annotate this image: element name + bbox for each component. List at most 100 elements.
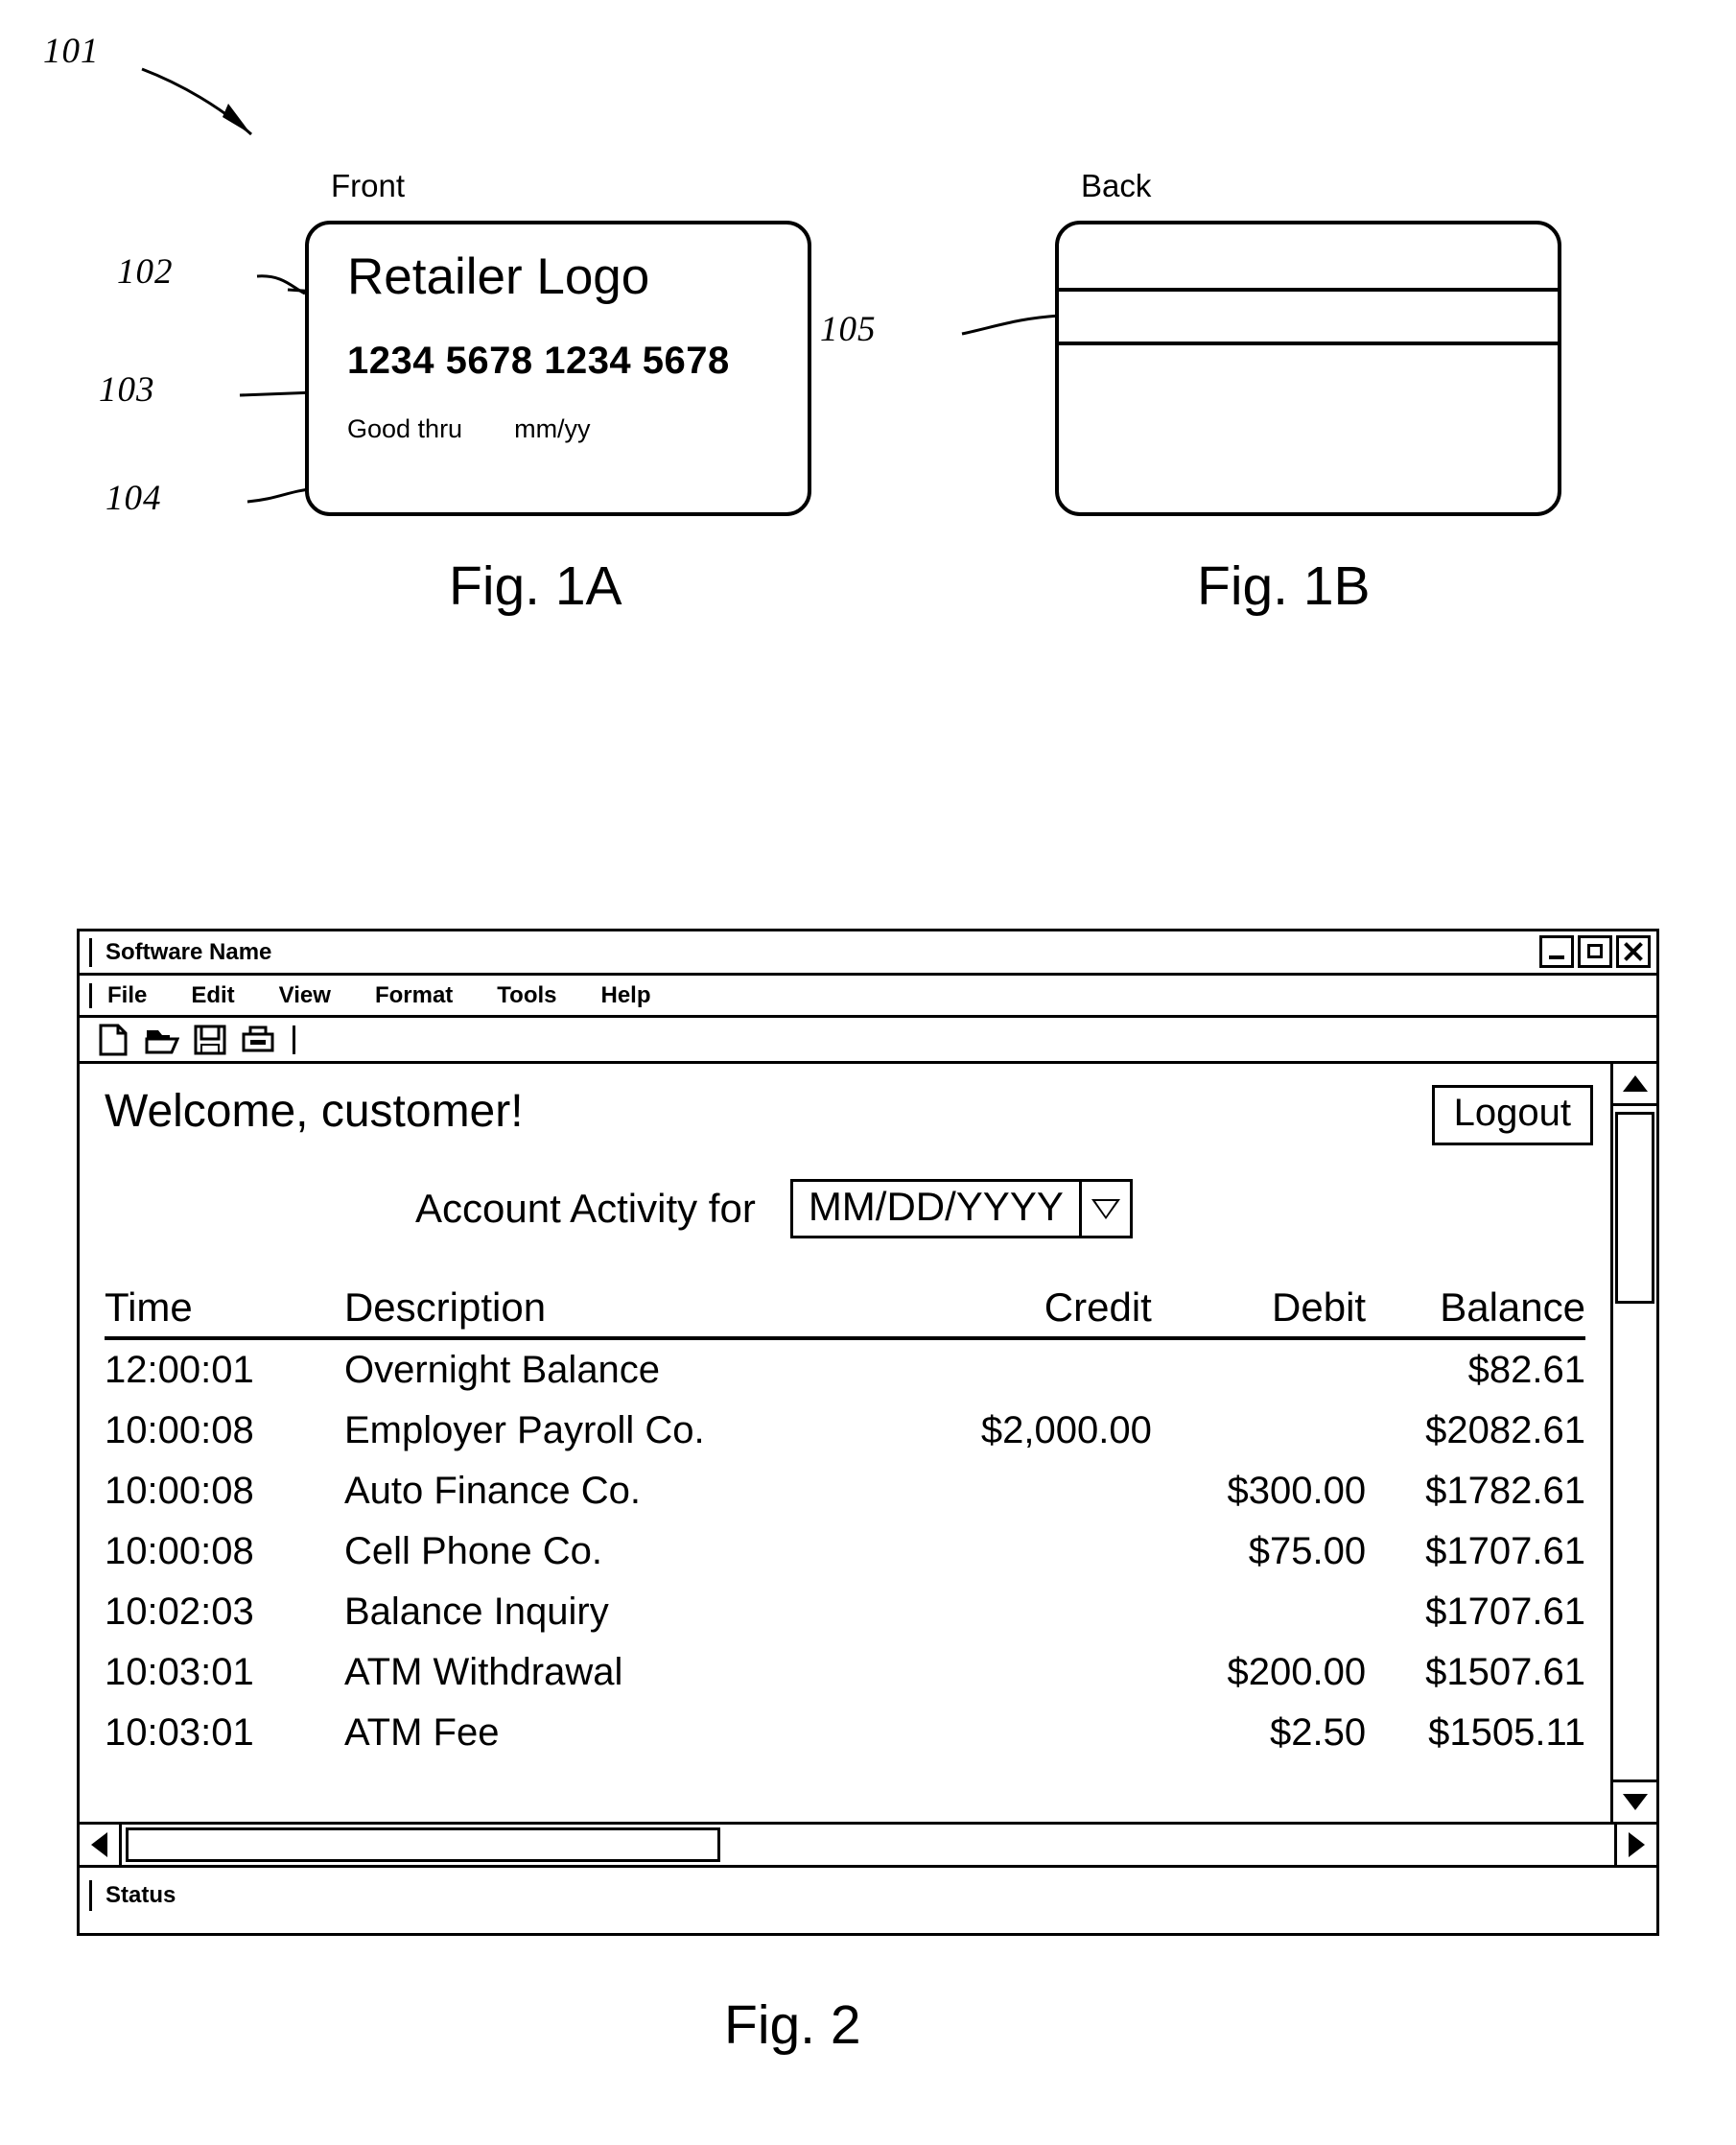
menu-bar: File Edit View Format Tools Help [80, 976, 1656, 1018]
cell-description: Overnight Balance [343, 1349, 661, 1391]
menu-item-edit[interactable]: Edit [191, 982, 234, 1009]
window-title-bar: Software Name [80, 931, 1656, 976]
column-header-description: Description [343, 1285, 894, 1340]
card-good-thru-label: Good thru [347, 414, 463, 443]
card-front: Retailer Logo 1234 5678 1234 5678 Good t… [305, 221, 811, 516]
print-icon[interactable] [241, 1024, 275, 1056]
client-area: Welcome, customer! Logout Account Activi… [80, 1064, 1656, 1822]
window-title: Software Name [106, 938, 272, 965]
status-text: Status [106, 1882, 176, 1908]
scroll-up-button[interactable] [1613, 1064, 1656, 1106]
menu-bar-tick [89, 982, 92, 1008]
table-row: 10:00:08 Cell Phone Co. $75.00 $1707.61 [105, 1521, 1585, 1582]
cell-description: Balance Inquiry [343, 1591, 609, 1633]
table-row: 10:03:01 ATM Fee $2.50 $1505.11 [105, 1703, 1585, 1763]
horizontal-scrollbar-track[interactable] [122, 1825, 1614, 1865]
status-bar: Status [80, 1868, 1656, 1923]
table-row: 10:00:08 Auto Finance Co. $300.00 $1782.… [105, 1461, 1585, 1521]
horizontal-scrollbar[interactable] [80, 1822, 1656, 1868]
table-row: 10:03:01 ATM Withdrawal $200.00 $1507.61 [105, 1642, 1585, 1703]
scroll-right-button[interactable] [1614, 1825, 1656, 1865]
cell-balance: $82.61 [1467, 1349, 1585, 1391]
status-bar-tick [89, 1880, 92, 1911]
column-header-balance: Balance [1366, 1285, 1585, 1340]
card-expiry-group: Good thru mm/yy [347, 414, 591, 444]
maximize-icon [1587, 944, 1603, 958]
logout-button[interactable]: Logout [1431, 1085, 1593, 1145]
table-row: 12:00:01 Overnight Balance $82.61 [105, 1338, 1585, 1401]
account-activity-table: Time Description Credit Debit Balance 12… [105, 1285, 1585, 1763]
menu-item-file[interactable]: File [107, 982, 147, 1009]
cell-debit: $2.50 [1269, 1711, 1367, 1754]
close-button[interactable] [1616, 935, 1651, 968]
cell-time: 10:00:08 [105, 1470, 254, 1512]
cell-time: 10:00:08 [105, 1409, 254, 1451]
cell-debit: $200.00 [1227, 1651, 1367, 1693]
cell-description: Employer Payroll Co. [343, 1409, 705, 1451]
table-header-row: Time Description Credit Debit Balance [105, 1285, 1585, 1340]
figure-1a-caption: Fig. 1A [449, 555, 622, 617]
scroll-down-button[interactable] [1613, 1780, 1656, 1822]
card-good-thru-value: mm/yy [514, 414, 591, 443]
chevron-down-icon[interactable] [1078, 1179, 1133, 1238]
cell-time: 10:03:01 [105, 1651, 254, 1693]
menu-item-help[interactable]: Help [601, 982, 651, 1009]
toolbar [80, 1018, 1656, 1064]
open-folder-icon[interactable] [145, 1024, 180, 1056]
account-activity-label: Account Activity for [415, 1186, 756, 1231]
vertical-scrollbar[interactable] [1610, 1064, 1656, 1822]
column-header-credit: Credit [893, 1285, 1152, 1340]
horizontal-scrollbar-thumb[interactable] [126, 1827, 720, 1862]
cell-debit [1152, 1338, 1366, 1401]
new-document-icon[interactable] [97, 1024, 131, 1056]
magnetic-stripe-top-edge [1059, 288, 1558, 292]
table-row: 10:02:03 Balance Inquiry $1707.61 [105, 1582, 1585, 1642]
figure-2-caption: Fig. 2 [724, 1994, 861, 2056]
ref-numeral-101: 101 [43, 32, 100, 71]
minimize-button[interactable] [1539, 935, 1574, 968]
date-select[interactable]: MM/DD/YYYY [789, 1179, 1133, 1238]
cell-debit [1152, 1401, 1366, 1461]
cell-time: 10:03:01 [105, 1711, 254, 1754]
menu-item-tools[interactable]: Tools [497, 982, 556, 1009]
menu-item-format[interactable]: Format [375, 982, 453, 1009]
card-back-side-label: Back [1081, 168, 1152, 203]
scroll-left-button[interactable] [80, 1825, 122, 1865]
vertical-scrollbar-thumb[interactable] [1615, 1112, 1654, 1304]
cell-credit [894, 1642, 1152, 1703]
chevron-right-icon [1629, 1832, 1645, 1857]
cell-balance: $1505.11 [1428, 1711, 1585, 1754]
cell-balance: $1707.61 [1425, 1530, 1585, 1572]
cell-description: ATM Withdrawal [343, 1651, 623, 1693]
menu-item-view[interactable]: View [279, 982, 331, 1009]
cell-description: Cell Phone Co. [343, 1530, 603, 1572]
chevron-down-icon [1622, 1794, 1648, 1810]
cell-credit [894, 1703, 1152, 1763]
card-number: 1234 5678 1234 5678 [347, 340, 730, 382]
chevron-up-icon [1622, 1075, 1648, 1092]
cell-debit: $75.00 [1248, 1530, 1367, 1572]
table-body: 12:00:01 Overnight Balance $82.61 10:00:… [105, 1338, 1585, 1763]
chevron-left-icon [91, 1832, 107, 1857]
cell-description: Auto Finance Co. [343, 1470, 642, 1512]
ref-numeral-104: 104 [106, 479, 162, 518]
column-header-time: Time [105, 1285, 344, 1340]
table-row: 10:00:08 Employer Payroll Co. $2,000.00 … [105, 1401, 1585, 1461]
card-back [1055, 221, 1561, 516]
maximize-button[interactable] [1578, 935, 1612, 968]
ref-numeral-103: 103 [99, 370, 155, 410]
figure-1b-caption: Fig. 1B [1197, 555, 1371, 617]
cell-time: 10:02:03 [105, 1591, 254, 1633]
cell-balance: $2082.61 [1425, 1409, 1585, 1451]
content-pane: Welcome, customer! Logout Account Activi… [80, 1064, 1610, 1822]
minimize-icon [1549, 955, 1564, 959]
save-floppy-icon[interactable] [193, 1024, 227, 1056]
cell-debit: $300.00 [1227, 1470, 1367, 1512]
cell-credit [894, 1338, 1152, 1401]
cell-balance: $1707.61 [1425, 1591, 1585, 1633]
magnetic-stripe-bottom-edge [1059, 342, 1558, 345]
cell-credit: $2,000.00 [980, 1409, 1152, 1451]
cell-debit [1152, 1582, 1366, 1642]
date-input[interactable]: MM/DD/YYYY [789, 1179, 1079, 1238]
column-header-debit: Debit [1151, 1285, 1367, 1340]
